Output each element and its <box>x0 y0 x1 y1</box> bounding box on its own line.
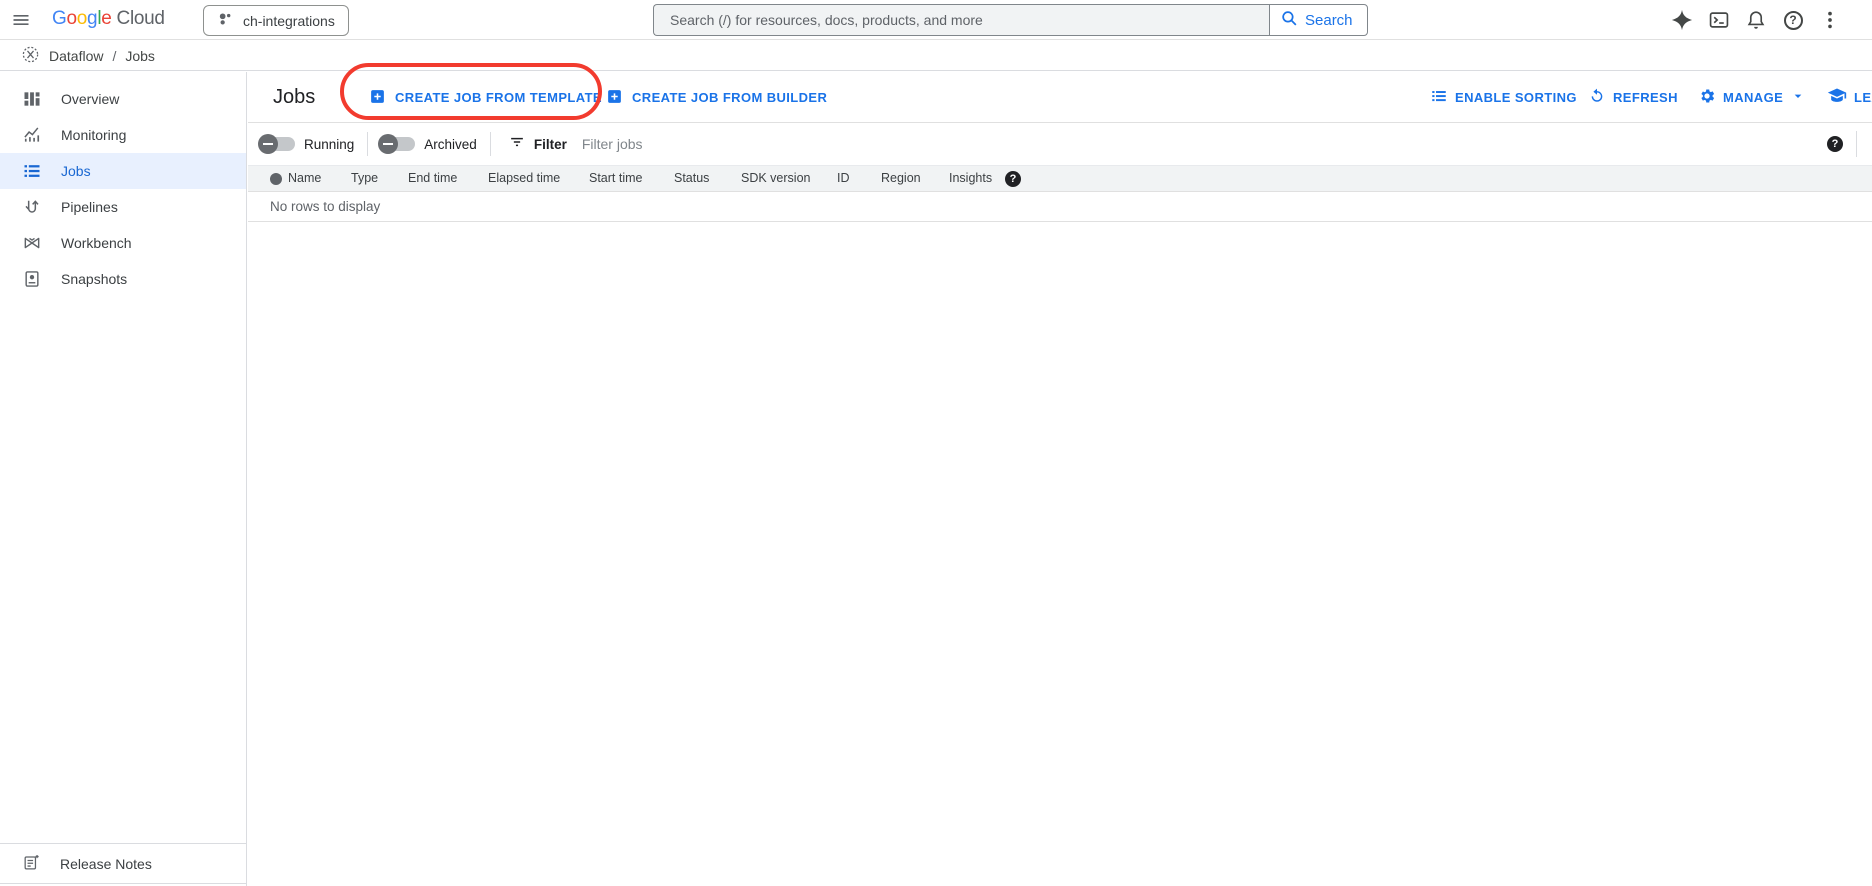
filter-funnel-icon <box>508 133 526 156</box>
page-title: Jobs <box>273 86 315 109</box>
workbench-icon <box>22 233 42 253</box>
sidebar-spacer <box>0 297 246 843</box>
sidebar-item-monitoring[interactable]: Monitoring <box>0 117 246 153</box>
sidebar-item-label: Monitoring <box>61 127 126 143</box>
google-logo-word: Google <box>52 8 112 30</box>
refresh-label: REFRESH <box>1613 90 1678 105</box>
global-search: Search <box>653 4 1368 36</box>
sidebar-item-pipelines[interactable]: Pipelines <box>0 189 246 225</box>
breadcrumb-current-page[interactable]: Jobs <box>125 48 155 64</box>
column-header-end-time: End time <box>408 166 457 191</box>
filter-help-icon[interactable]: ? <box>1827 136 1843 152</box>
empty-table-row: No rows to display <box>248 192 1872 222</box>
column-header-sdk-version: SDK version <box>741 166 810 191</box>
help-icon[interactable]: ? <box>1781 8 1805 32</box>
jobs-list-icon <box>22 161 42 181</box>
menu-hamburger-icon[interactable] <box>8 8 34 32</box>
enable-sorting-label: ENABLE SORTING <box>1455 90 1577 105</box>
project-selector-label: ch-integrations <box>243 13 335 29</box>
sidebar-item-workbench[interactable]: Workbench <box>0 225 246 261</box>
sidebar-item-label: Workbench <box>61 235 132 251</box>
release-notes-icon <box>22 853 41 875</box>
sidebar-item-release-notes[interactable]: Release Notes <box>0 843 246 884</box>
search-input[interactable] <box>653 4 1269 36</box>
gemini-star-icon[interactable] <box>1670 8 1694 32</box>
breadcrumb: Dataflow / Jobs <box>0 41 1872 71</box>
main-content: Jobs CREATE JOB FROM TEMPLATE CREATE JOB… <box>248 72 1872 886</box>
filter-jobs-input[interactable] <box>582 136 882 152</box>
insights-help-icon[interactable]: ? <box>1005 171 1021 187</box>
dataflow-icon <box>21 45 40 67</box>
toggle-knob-icon <box>258 134 278 154</box>
breadcrumb-product[interactable]: Dataflow <box>49 48 103 64</box>
pipelines-icon <box>22 197 42 217</box>
add-box-icon <box>369 88 386 108</box>
status-dot-column-icon <box>270 173 282 185</box>
top-app-bar: Google Cloud ch-integrations Search ? <box>0 0 1872 40</box>
topbar-icon-group: ? <box>1670 4 1842 36</box>
search-button[interactable]: Search <box>1269 4 1368 36</box>
create-job-from-template-label: CREATE JOB FROM TEMPLATE <box>395 90 602 105</box>
column-header-type: Type <box>351 166 378 191</box>
divider <box>490 132 491 156</box>
filter-chip[interactable]: Filter <box>508 133 567 156</box>
manage-button[interactable]: MANAGE <box>1698 72 1806 123</box>
sidebar-item-overview[interactable]: Overview <box>0 81 246 117</box>
column-header-elapsed-time: Elapsed time <box>488 166 560 191</box>
sort-list-icon <box>1430 87 1448 108</box>
sidebar-item-label: Overview <box>61 91 119 107</box>
sidebar-item-label: Pipelines <box>61 199 118 215</box>
google-cloud-logo[interactable]: Google Cloud <box>52 8 165 30</box>
archived-toggle[interactable] <box>381 137 415 151</box>
sidebar-item-jobs[interactable]: Jobs <box>0 153 246 189</box>
divider <box>1856 131 1857 157</box>
overview-icon <box>22 89 42 109</box>
snapshots-icon <box>22 269 42 289</box>
manage-label: MANAGE <box>1723 90 1783 105</box>
project-icon <box>217 11 234 31</box>
jobs-table-header: Name Type End time Elapsed time Start ti… <box>248 165 1872 192</box>
refresh-button[interactable]: REFRESH <box>1588 72 1678 123</box>
sidebar-item-snapshots[interactable]: Snapshots <box>0 261 246 297</box>
archived-toggle-label: Archived <box>424 137 477 152</box>
column-header-insights: Insights <box>949 166 992 191</box>
sidebar-item-label: Jobs <box>61 163 91 179</box>
more-options-icon[interactable] <box>1818 8 1842 32</box>
column-header-status: Status <box>674 166 709 191</box>
graduation-cap-icon <box>1827 86 1847 109</box>
column-header-region: Region <box>881 166 921 191</box>
add-box-icon <box>606 88 623 108</box>
column-header-id: ID <box>837 166 850 191</box>
empty-table-message: No rows to display <box>270 199 380 214</box>
sidebar-item-label: Snapshots <box>61 271 127 287</box>
create-job-from-builder-button[interactable]: CREATE JOB FROM BUILDER <box>606 72 827 123</box>
divider <box>367 132 368 156</box>
sidebar-nav: Overview Monitoring Jobs Pipelines Workb… <box>0 72 247 886</box>
notifications-bell-icon[interactable] <box>1744 8 1768 32</box>
create-job-from-template-button[interactable]: CREATE JOB FROM TEMPLATE <box>369 72 602 123</box>
enable-sorting-button[interactable]: ENABLE SORTING <box>1430 72 1577 123</box>
breadcrumb-separator: / <box>112 48 116 64</box>
cloud-logo-word: Cloud <box>117 8 165 30</box>
learn-button[interactable]: LEARN <box>1827 72 1872 123</box>
search-button-label: Search <box>1305 12 1353 29</box>
running-toggle-label: Running <box>304 137 354 152</box>
chevron-down-icon <box>1790 88 1806 107</box>
cloud-shell-icon[interactable] <box>1707 8 1731 32</box>
column-header-name: Name <box>288 166 321 191</box>
learn-label: LEARN <box>1854 90 1872 105</box>
refresh-icon <box>1588 87 1606 108</box>
jobs-filter-bar: Running Archived Filter ? <box>248 123 1872 165</box>
toggle-knob-icon <box>378 134 398 154</box>
release-notes-label: Release Notes <box>60 856 152 872</box>
filter-label: Filter <box>534 137 567 152</box>
search-icon <box>1280 9 1299 32</box>
project-selector[interactable]: ch-integrations <box>203 5 349 36</box>
create-job-from-builder-label: CREATE JOB FROM BUILDER <box>632 90 827 105</box>
monitoring-icon <box>22 125 42 145</box>
gear-icon <box>1698 87 1716 108</box>
page-header: Jobs CREATE JOB FROM TEMPLATE CREATE JOB… <box>248 72 1872 123</box>
running-toggle[interactable] <box>261 137 295 151</box>
column-header-start-time: Start time <box>589 166 643 191</box>
